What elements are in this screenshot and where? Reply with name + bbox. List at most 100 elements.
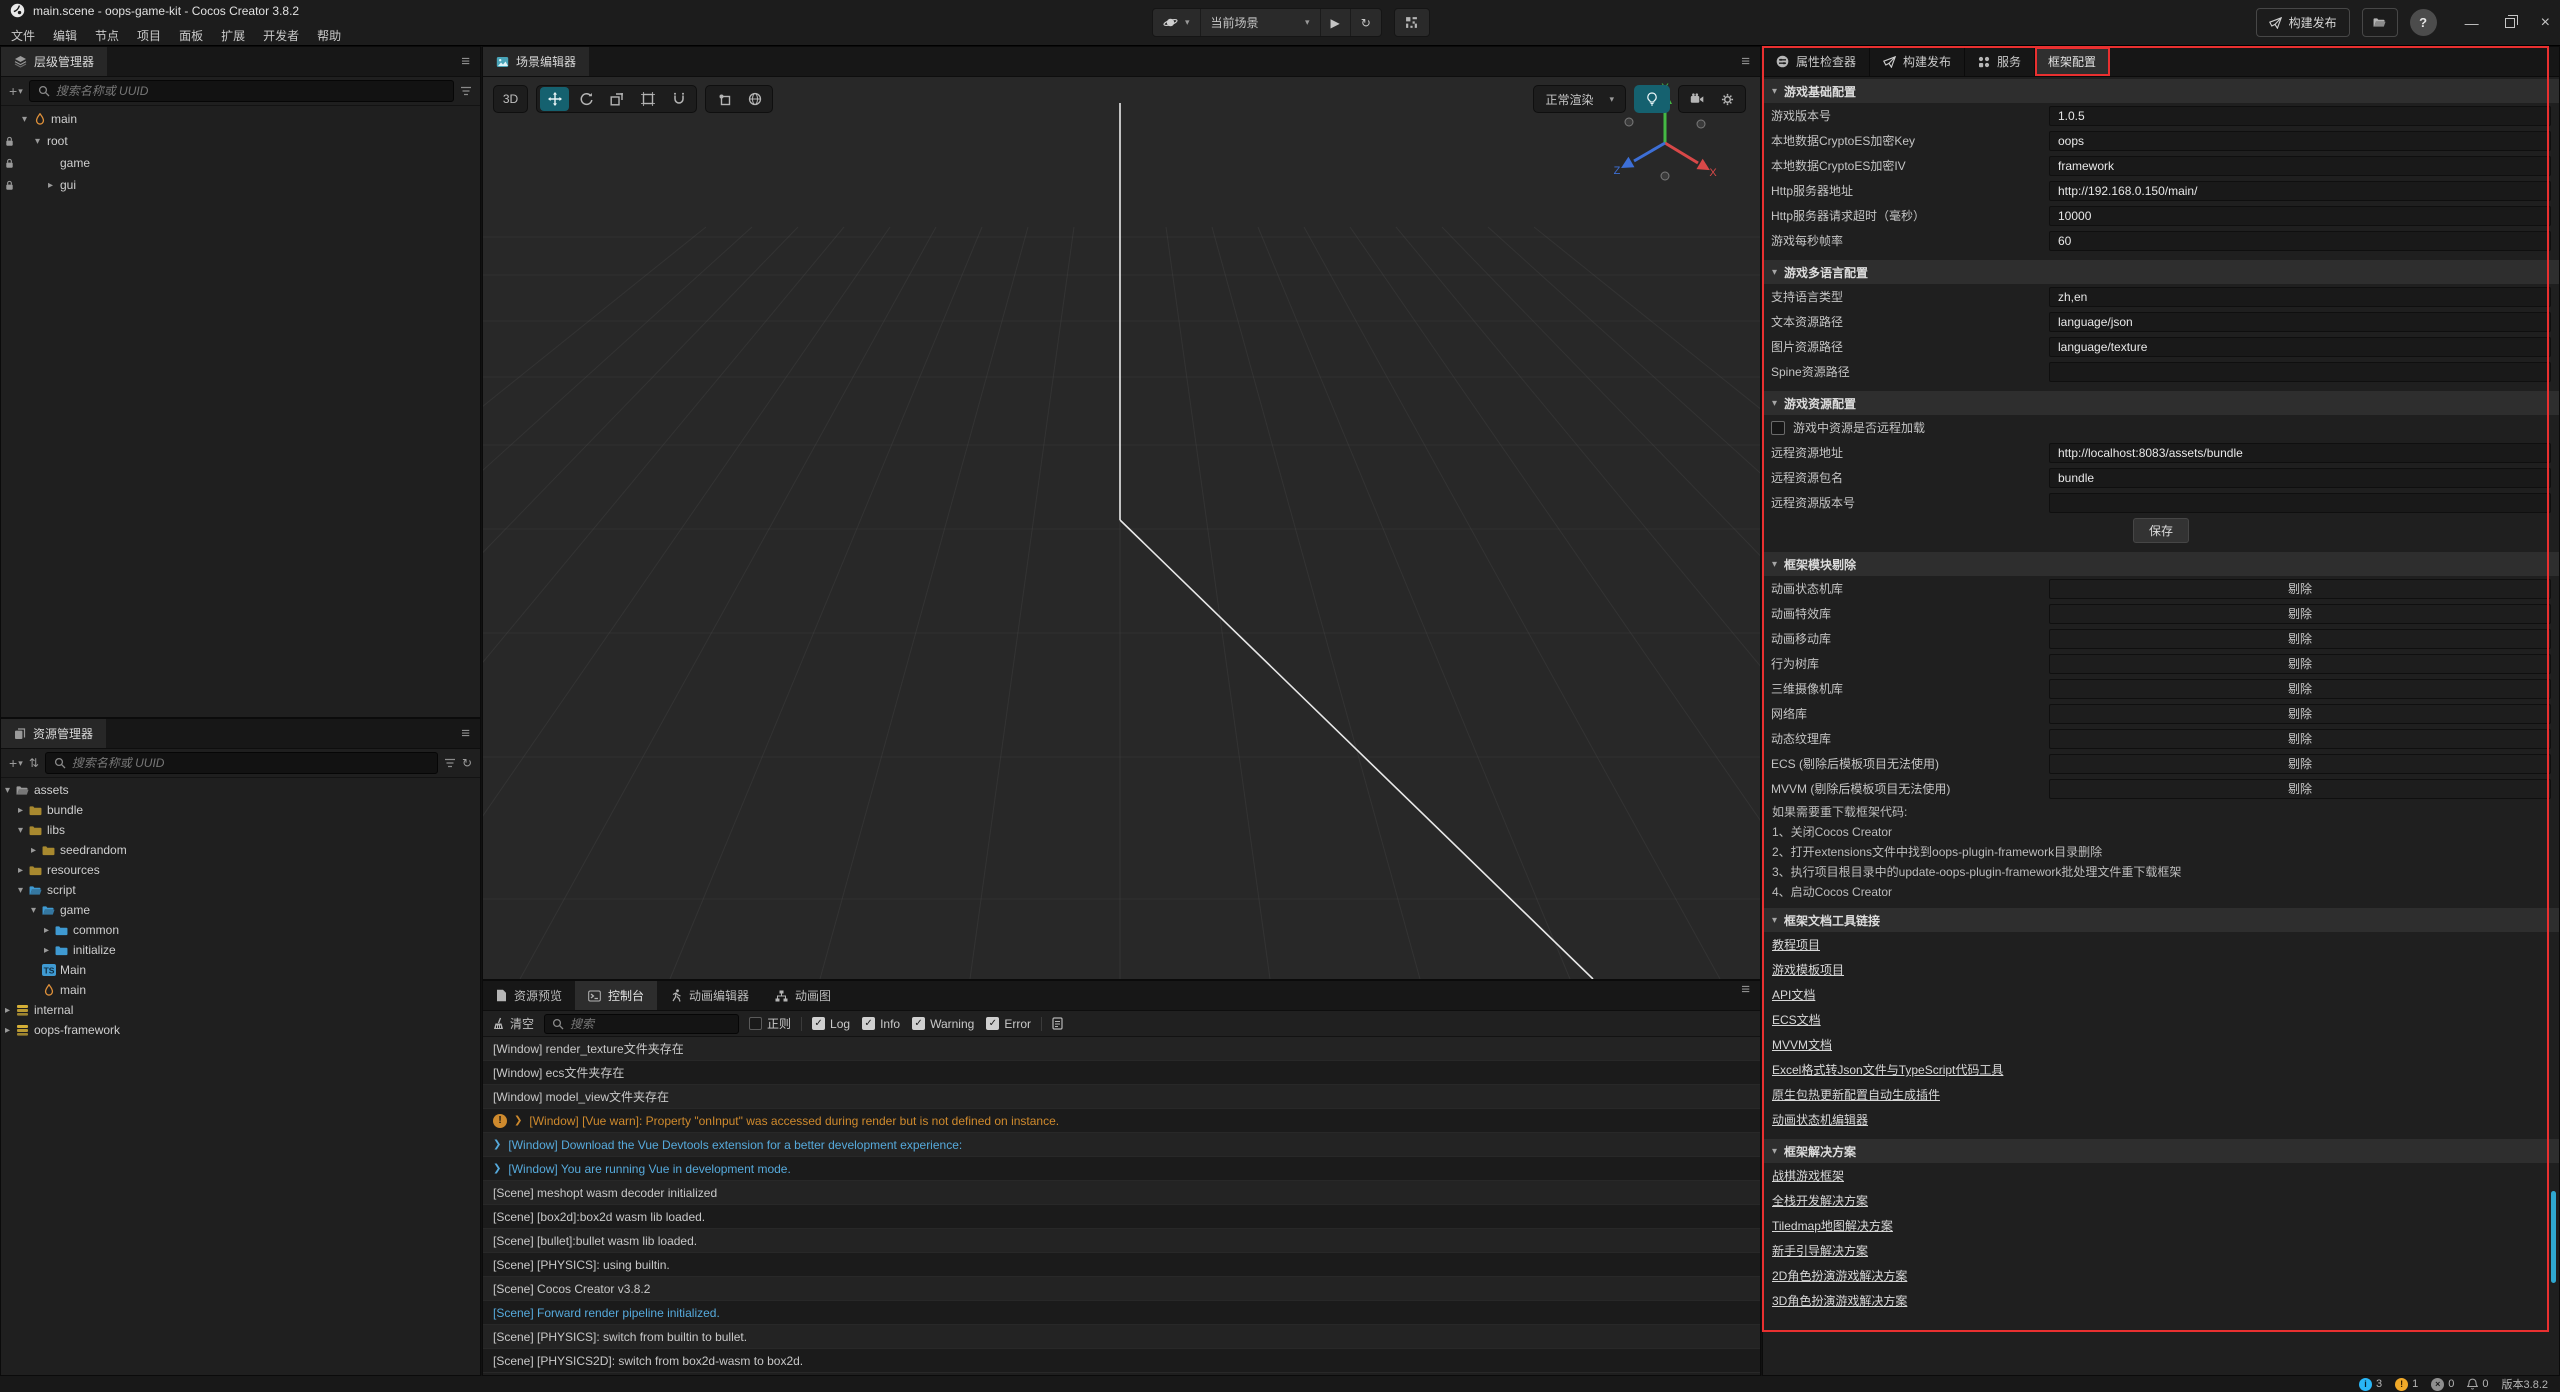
log-line[interactable]: !❯[Window] [Vue warn]: Property "onInput… bbox=[483, 1109, 1760, 1133]
tree-item-libs[interactable]: ▾libs bbox=[1, 820, 480, 840]
preview-qr-button[interactable] bbox=[1394, 8, 1430, 37]
console-menu-icon[interactable]: ≡ bbox=[1741, 981, 1750, 1010]
log-file-icon[interactable] bbox=[1052, 1017, 1063, 1030]
log-line[interactable]: [Scene] [bullet]:bullet wasm lib loaded. bbox=[483, 1229, 1760, 1253]
doc-link[interactable]: 全栈开发解决方案 bbox=[1772, 1192, 1868, 1209]
doc-link[interactable]: 教程项目 bbox=[1772, 936, 1820, 953]
field-input[interactable]: http://localhost:8083/assets/bundle bbox=[2049, 443, 2551, 463]
tree-item-oops-framework[interactable]: ▸oops-framework bbox=[1, 1020, 480, 1040]
clear-console-button[interactable]: 清空 bbox=[493, 1015, 534, 1032]
scrollbar-thumb[interactable] bbox=[2551, 1191, 2556, 1283]
tree-item-script[interactable]: ▾script bbox=[1, 880, 480, 900]
scene-tab[interactable]: 场景编辑器 bbox=[483, 47, 589, 76]
chevron-right-icon[interactable]: ▸ bbox=[27, 845, 40, 856]
tree-item-internal[interactable]: ▸internal bbox=[1, 1000, 480, 1020]
scene-viewport[interactable] bbox=[483, 77, 1760, 979]
menu-item-7[interactable]: 帮助 bbox=[308, 24, 350, 47]
tree-item-game[interactable]: ▾game bbox=[1, 900, 480, 920]
tree-item-gui[interactable]: ▸gui bbox=[1, 174, 480, 196]
field-input[interactable]: 10000 bbox=[2049, 206, 2551, 226]
restore-button[interactable] bbox=[2505, 18, 2515, 28]
chevron-right-icon[interactable]: ▸ bbox=[14, 865, 27, 876]
scene-select[interactable]: 当前场景 ▾ bbox=[1200, 9, 1320, 36]
menu-item-6[interactable]: 开发者 bbox=[254, 24, 308, 47]
log-line[interactable]: [Scene] [box2d]:box2d wasm lib loaded. bbox=[483, 1205, 1760, 1229]
chevron-down-icon[interactable]: ▾ bbox=[14, 825, 27, 836]
checkbox[interactable] bbox=[1771, 421, 1785, 435]
doc-link[interactable]: 2D角色扮演游戏解决方案 bbox=[1772, 1267, 1907, 1284]
tree-item-resources[interactable]: ▸resources bbox=[1, 860, 480, 880]
module-remove-button[interactable]: 剔除 bbox=[2049, 779, 2551, 799]
console-tab-资源预览[interactable]: 资源预览 bbox=[483, 981, 575, 1010]
camera-button[interactable] bbox=[1682, 87, 1711, 111]
doc-link[interactable]: 新手引导解决方案 bbox=[1772, 1242, 1868, 1259]
log-line[interactable]: ❯[Window] Download the Vue Devtools exte… bbox=[483, 1133, 1760, 1157]
minimize-button[interactable]: — bbox=[2465, 15, 2479, 31]
chevron-right-icon[interactable]: ▸ bbox=[1, 1005, 14, 1016]
field-input[interactable]: framework bbox=[2049, 156, 2551, 176]
field-input[interactable] bbox=[2049, 493, 2551, 513]
warning-count[interactable]: ! 1 bbox=[2395, 1378, 2418, 1391]
doc-link[interactable]: API文档 bbox=[1772, 986, 1815, 1003]
menu-item-1[interactable]: 编辑 bbox=[44, 24, 86, 47]
doc-link[interactable]: 游戏模板项目 bbox=[1772, 961, 1844, 978]
field-input[interactable]: http://192.168.0.150/main/ bbox=[2049, 181, 2551, 201]
doc-link[interactable]: ECS文档 bbox=[1772, 1011, 1821, 1028]
section-header[interactable]: ▾框架模块剔除 bbox=[1763, 552, 2559, 576]
filter-error-checkbox[interactable]: ✓Error bbox=[986, 1017, 1031, 1031]
move-tool-button[interactable] bbox=[540, 87, 569, 111]
doc-link[interactable]: Tiledmap地图解决方案 bbox=[1772, 1217, 1893, 1234]
module-remove-button[interactable]: 剔除 bbox=[2049, 654, 2551, 674]
module-remove-button[interactable]: 剔除 bbox=[2049, 729, 2551, 749]
scale-tool-button[interactable] bbox=[602, 87, 631, 111]
module-remove-button[interactable]: 剔除 bbox=[2049, 679, 2551, 699]
assets-menu-icon[interactable]: ≡ bbox=[461, 725, 470, 742]
sort-assets-icon[interactable]: ⇅ bbox=[29, 756, 39, 770]
filter-warning-checkbox[interactable]: ✓Warning bbox=[912, 1017, 974, 1031]
tree-item-main[interactable]: main bbox=[1, 980, 480, 1000]
menu-item-5[interactable]: 扩展 bbox=[212, 24, 254, 47]
chevron-right-icon[interactable]: ▸ bbox=[44, 180, 57, 191]
chevron-right-icon[interactable]: ▸ bbox=[1, 1025, 14, 1036]
hierarchy-search-box[interactable] bbox=[29, 80, 454, 102]
filter-info-checkbox[interactable]: ✓Info bbox=[862, 1017, 900, 1031]
inspector-tab-服务[interactable]: 服务 bbox=[1965, 47, 2035, 76]
rect-tool-button[interactable] bbox=[633, 87, 662, 111]
chevron-right-icon[interactable]: ❯ bbox=[493, 1139, 501, 1150]
module-remove-button[interactable]: 剔除 bbox=[2049, 704, 2551, 724]
restart-button[interactable]: ↻ bbox=[1350, 9, 1381, 36]
menu-item-4[interactable]: 面板 bbox=[170, 24, 212, 47]
tree-item-initialize[interactable]: ▸initialize bbox=[1, 940, 480, 960]
console-search-box[interactable] bbox=[544, 1014, 739, 1034]
tree-item-assets[interactable]: ▾assets bbox=[1, 780, 480, 800]
doc-link[interactable]: 动画状态机编辑器 bbox=[1772, 1111, 1868, 1128]
play-button[interactable]: ▶ bbox=[1320, 9, 1350, 36]
hierarchy-filter-icon[interactable] bbox=[460, 85, 472, 97]
section-header[interactable]: ▾游戏资源配置 bbox=[1763, 391, 2559, 415]
field-input[interactable] bbox=[2049, 362, 2551, 382]
log-line[interactable]: ❯[Window] You are running Vue in develop… bbox=[483, 1157, 1760, 1181]
help-button[interactable]: ? bbox=[2410, 9, 2437, 36]
console-log-list[interactable]: [Window] render_texture文件夹存在[Window] ecs… bbox=[483, 1037, 1760, 1375]
refresh-assets-icon[interactable]: ↻ bbox=[462, 756, 472, 770]
field-input[interactable]: bundle bbox=[2049, 468, 2551, 488]
regex-checkbox[interactable]: 正则 bbox=[749, 1015, 791, 1032]
chevron-down-icon[interactable]: ▾ bbox=[31, 136, 44, 147]
lighting-toggle-button[interactable] bbox=[1634, 85, 1670, 113]
tree-item-seedrandom[interactable]: ▸seedrandom bbox=[1, 840, 480, 860]
tree-item-root[interactable]: ▾root bbox=[1, 130, 480, 152]
error-count[interactable]: × 0 bbox=[2431, 1378, 2454, 1391]
chevron-right-icon[interactable]: ▸ bbox=[40, 925, 53, 936]
console-tab-动画图[interactable]: 动画图 bbox=[762, 981, 844, 1010]
log-line[interactable]: [Scene] Forward render pipeline initiali… bbox=[483, 1301, 1760, 1325]
render-mode-select[interactable]: 正常渲染 ▾ bbox=[1533, 85, 1626, 113]
pivot-toggle-button[interactable] bbox=[709, 87, 738, 111]
console-search-input[interactable] bbox=[570, 1017, 731, 1031]
create-asset-button[interactable]: +▾ bbox=[9, 755, 23, 771]
chevron-right-icon[interactable]: ▸ bbox=[40, 945, 53, 956]
field-input[interactable]: 60 bbox=[2049, 231, 2551, 251]
section-header[interactable]: ▾游戏多语言配置 bbox=[1763, 260, 2559, 284]
log-line[interactable]: [Window] render_texture文件夹存在 bbox=[483, 1037, 1760, 1061]
log-line[interactable]: [Scene] [PHYSICS]: switch from builtin t… bbox=[483, 1325, 1760, 1349]
open-project-folder-button[interactable] bbox=[2362, 8, 2398, 37]
